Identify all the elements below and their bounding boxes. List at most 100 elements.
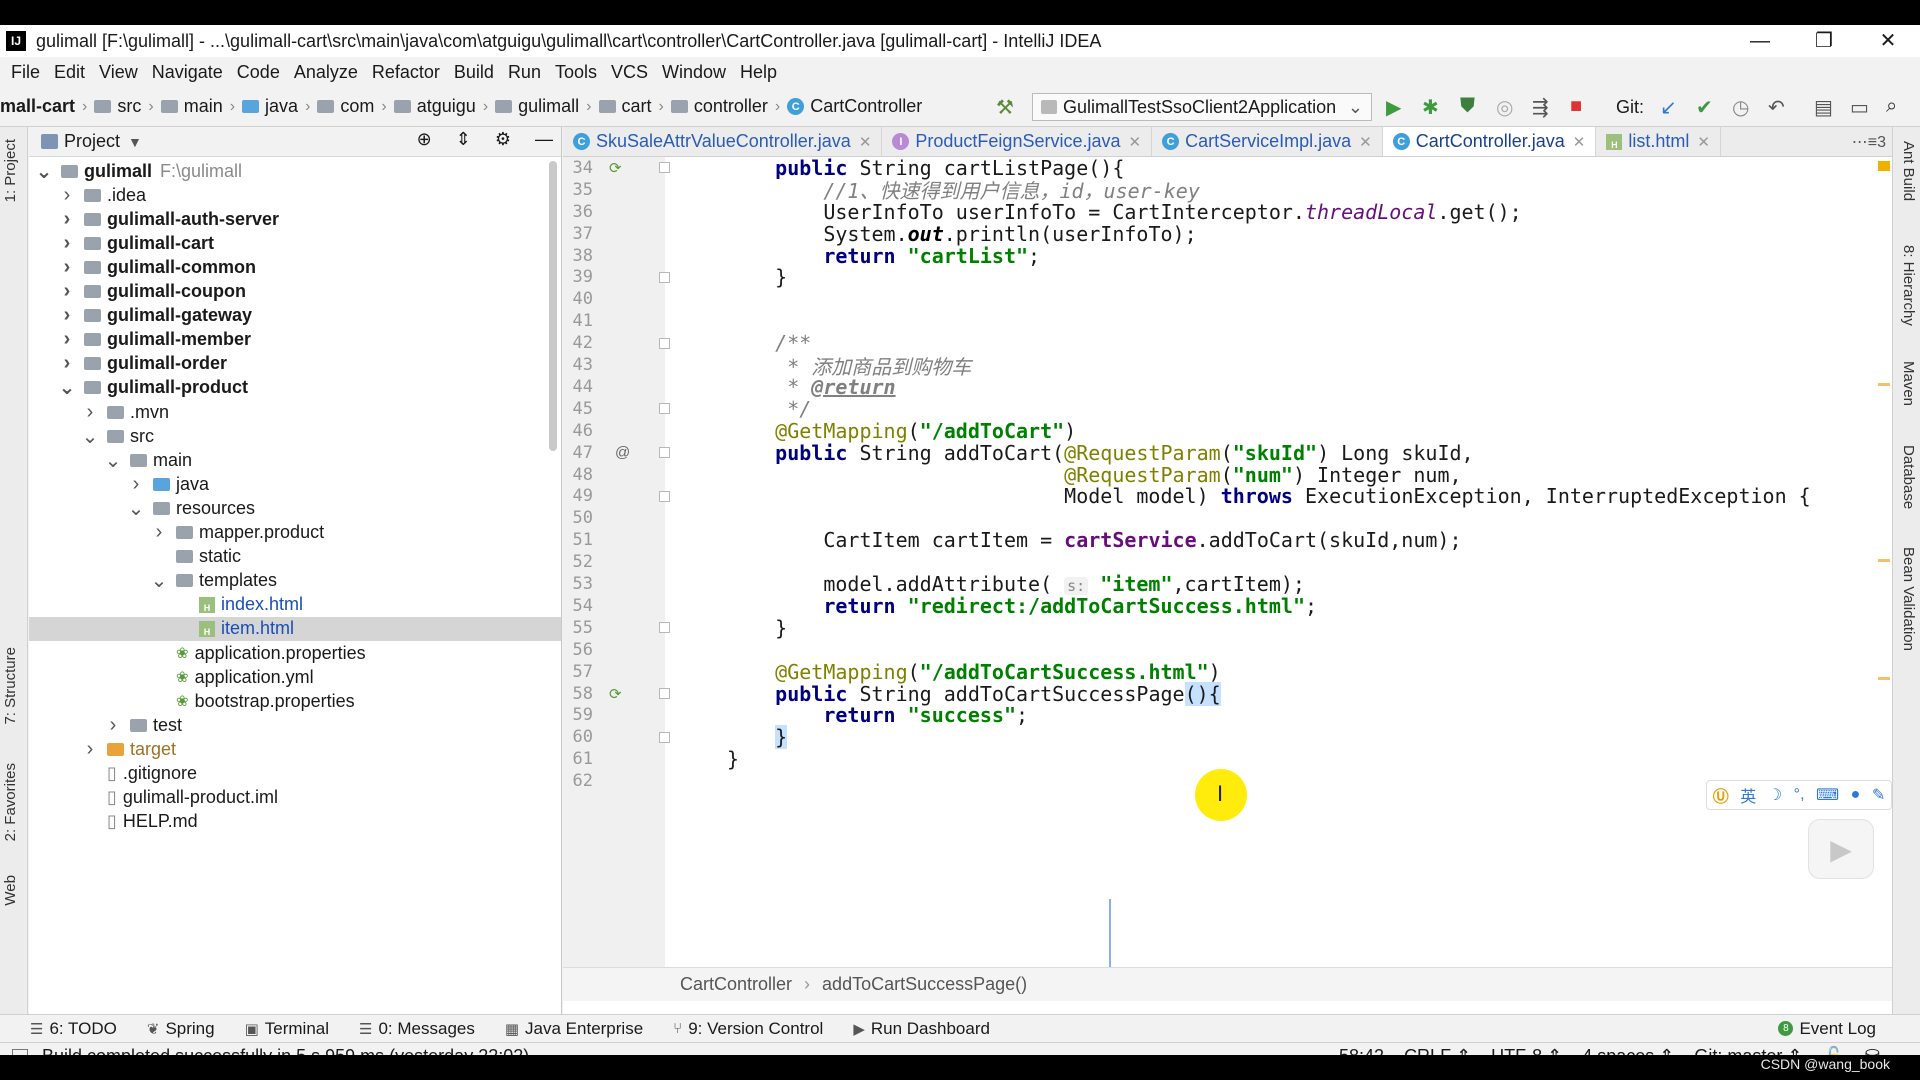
chevron-down-icon[interactable]: ⌄	[150, 568, 168, 593]
debug-icon[interactable]: ✱	[1422, 95, 1439, 120]
tree-item[interactable]: › gulimall-common	[29, 255, 561, 279]
tree-item[interactable]: ❀ application.yml	[29, 665, 561, 689]
web-endpoint-icon[interactable]: @	[615, 444, 630, 461]
tool-tab-bean-validation[interactable]: Bean Validation	[1900, 547, 1917, 651]
menu-analyze[interactable]: Analyze	[294, 62, 358, 83]
tree-item[interactable]: Hitem.html	[29, 616, 561, 641]
chevron-right-icon[interactable]: ›	[58, 280, 76, 303]
breadcrumb-main[interactable]: main	[160, 96, 223, 117]
tree-item[interactable]: › gulimall-gateway	[29, 304, 561, 328]
breadcrumb-mall-cart[interactable]: mall-cart	[0, 96, 75, 117]
tree-item[interactable]: ▯ gulimall-product.iml	[29, 786, 561, 810]
fold-marker-icon[interactable]	[659, 403, 670, 415]
tool-tab-database[interactable]: Database	[1900, 445, 1917, 509]
tab-list-html[interactable]: Hlist.html ✕	[1596, 127, 1721, 156]
project-pane-title[interactable]: Project	[64, 131, 120, 152]
stripe-marker[interactable]	[1878, 677, 1890, 680]
tool-window-9-version-control[interactable]: ⑂ 9: Version Control	[673, 1019, 823, 1039]
menu-window[interactable]: Window	[662, 62, 726, 83]
tool-window-terminal[interactable]: ▣ Terminal	[245, 1019, 329, 1039]
file-encoding[interactable]: UTF-8 ⇕	[1491, 1046, 1562, 1055]
close-tab-icon[interactable]: ✕	[1359, 133, 1372, 151]
breadcrumb-class[interactable]: CartController	[680, 974, 792, 995]
ime-logo-icon[interactable]: Ⓤ	[1713, 783, 1729, 807]
tree-item[interactable]: ❀ application.properties	[29, 641, 561, 665]
code-view[interactable]: 34 ⟳ public String cartListPage(){35 //1、…	[563, 156, 1892, 967]
breadcrumb-atguigu[interactable]: atguigu	[393, 96, 476, 117]
tree-item[interactable]: ⌄ templates	[29, 569, 561, 593]
chevron-right-icon[interactable]: ›	[58, 208, 76, 231]
build-hammer-icon[interactable]: ⚒	[996, 95, 1014, 120]
status-message[interactable]: Build completed successfully in 5 s 959 …	[42, 1046, 529, 1055]
stop-icon[interactable]: ■	[1570, 95, 1582, 118]
breadcrumb-method[interactable]: addToCartSuccessPage()	[822, 974, 1027, 995]
punctuation-icon[interactable]: °,	[1794, 786, 1805, 804]
tree-item[interactable]: › gulimall-auth-server	[29, 207, 561, 231]
tree-item[interactable]: › mapper.product	[29, 521, 561, 545]
chevron-down-icon[interactable]: ▼	[128, 134, 142, 150]
chevron-down-icon[interactable]: ⌄	[104, 448, 122, 473]
tree-item[interactable]: static	[29, 545, 561, 569]
menu-refactor[interactable]: Refactor	[372, 62, 440, 83]
tab-cartcontroller-java[interactable]: C CartController.java ✕	[1382, 127, 1597, 156]
breadcrumb-cart[interactable]: cart	[598, 96, 652, 117]
tree-item[interactable]: ❀ bootstrap.properties	[29, 689, 561, 713]
menu-tools[interactable]: Tools	[555, 62, 597, 83]
tool-window-run-dashboard[interactable]: ▶ Run Dashboard	[853, 1019, 990, 1039]
rollback-icon[interactable]: ↶	[1768, 95, 1785, 120]
breadcrumb-gulimall[interactable]: gulimall	[495, 96, 579, 117]
menu-file[interactable]: File	[11, 62, 40, 83]
tool-window-0-messages[interactable]: ☰ 0: Messages	[359, 1019, 475, 1039]
tree-item[interactable]: ⌄ src	[29, 424, 561, 448]
tool-tab-2-favorites[interactable]: 2: Favorites	[2, 763, 19, 841]
tool-tab-ant-build[interactable]: Ant Build	[1900, 141, 1917, 201]
chevron-right-icon[interactable]: ›	[58, 232, 76, 255]
fold-marker-icon[interactable]	[659, 731, 670, 743]
tab-skusaleattrvaluecontroller-java[interactable]: C SkuSaleAttrValueController.java ✕	[563, 127, 883, 156]
menu-view[interactable]: View	[99, 62, 138, 83]
chevron-right-icon[interactable]: ›	[104, 714, 122, 737]
git-update-icon[interactable]: ↙	[1660, 95, 1677, 120]
project-structure-icon[interactable]: ▤	[1814, 95, 1833, 120]
fold-marker-icon[interactable]	[659, 622, 670, 634]
tree-item[interactable]: › .mvn	[29, 400, 561, 424]
tree-item[interactable]: › test	[29, 713, 561, 737]
tool-window-6-todo[interactable]: ☰ 6: TODO	[30, 1019, 117, 1039]
tree-item[interactable]: › gulimall-order	[29, 352, 561, 376]
stripe-marker[interactable]	[1878, 383, 1890, 386]
menu-edit[interactable]: Edit	[54, 62, 85, 83]
ime-language[interactable]: 英	[1740, 783, 1756, 807]
chevron-right-icon[interactable]: ›	[58, 184, 76, 207]
fold-marker-icon[interactable]	[659, 688, 670, 700]
fold-marker-icon[interactable]	[659, 447, 670, 459]
chevron-right-icon[interactable]: ›	[127, 473, 145, 496]
menu-code[interactable]: Code	[237, 62, 280, 83]
tool-tab-8-hierarchy[interactable]: 8: Hierarchy	[1900, 245, 1917, 326]
tree-item[interactable]: ⌄ gulimall-product	[29, 376, 561, 400]
collapse-all-icon[interactable]: ⇕	[456, 129, 471, 150]
tree-item[interactable]: › java	[29, 472, 561, 496]
tree-item[interactable]: › gulimall-member	[29, 328, 561, 352]
chevron-right-icon[interactable]: ›	[58, 328, 76, 351]
breadcrumb-src[interactable]: src	[94, 96, 141, 117]
toggle-tool-windows-icon[interactable]	[12, 1048, 28, 1055]
minimize-button[interactable]: —	[1728, 25, 1792, 57]
chevron-down-icon[interactable]: ⌄	[81, 424, 99, 449]
history-icon[interactable]: ◷	[1732, 95, 1749, 120]
chevron-right-icon[interactable]: ›	[58, 304, 76, 327]
run-configuration-select[interactable]: GulimallTestSsoClient2Application ⌄	[1032, 93, 1372, 121]
tree-item[interactable]: Hindex.html	[29, 593, 561, 617]
tree-item[interactable]: ▯ .gitignore	[29, 762, 561, 786]
menu-help[interactable]: Help	[740, 62, 777, 83]
ime-toolbar[interactable]: Ⓤ 英 ☽ °, ⌨ ● ✎	[1706, 780, 1892, 810]
moon-icon[interactable]: ☽	[1768, 785, 1782, 805]
close-window-button[interactable]: ✕	[1856, 25, 1920, 57]
tree-item[interactable]: › .idea	[29, 183, 561, 207]
chevron-right-icon[interactable]: ›	[58, 256, 76, 279]
close-tab-icon[interactable]: ✕	[1129, 133, 1142, 151]
chevron-right-icon[interactable]: ›	[81, 738, 99, 761]
video-play-icon[interactable]: ▶	[1808, 819, 1874, 879]
fold-marker-icon[interactable]	[659, 271, 670, 283]
tab-cartserviceimpl-java[interactable]: C CartServiceImpl.java ✕	[1152, 127, 1383, 156]
project-scrollbar[interactable]	[549, 161, 557, 451]
